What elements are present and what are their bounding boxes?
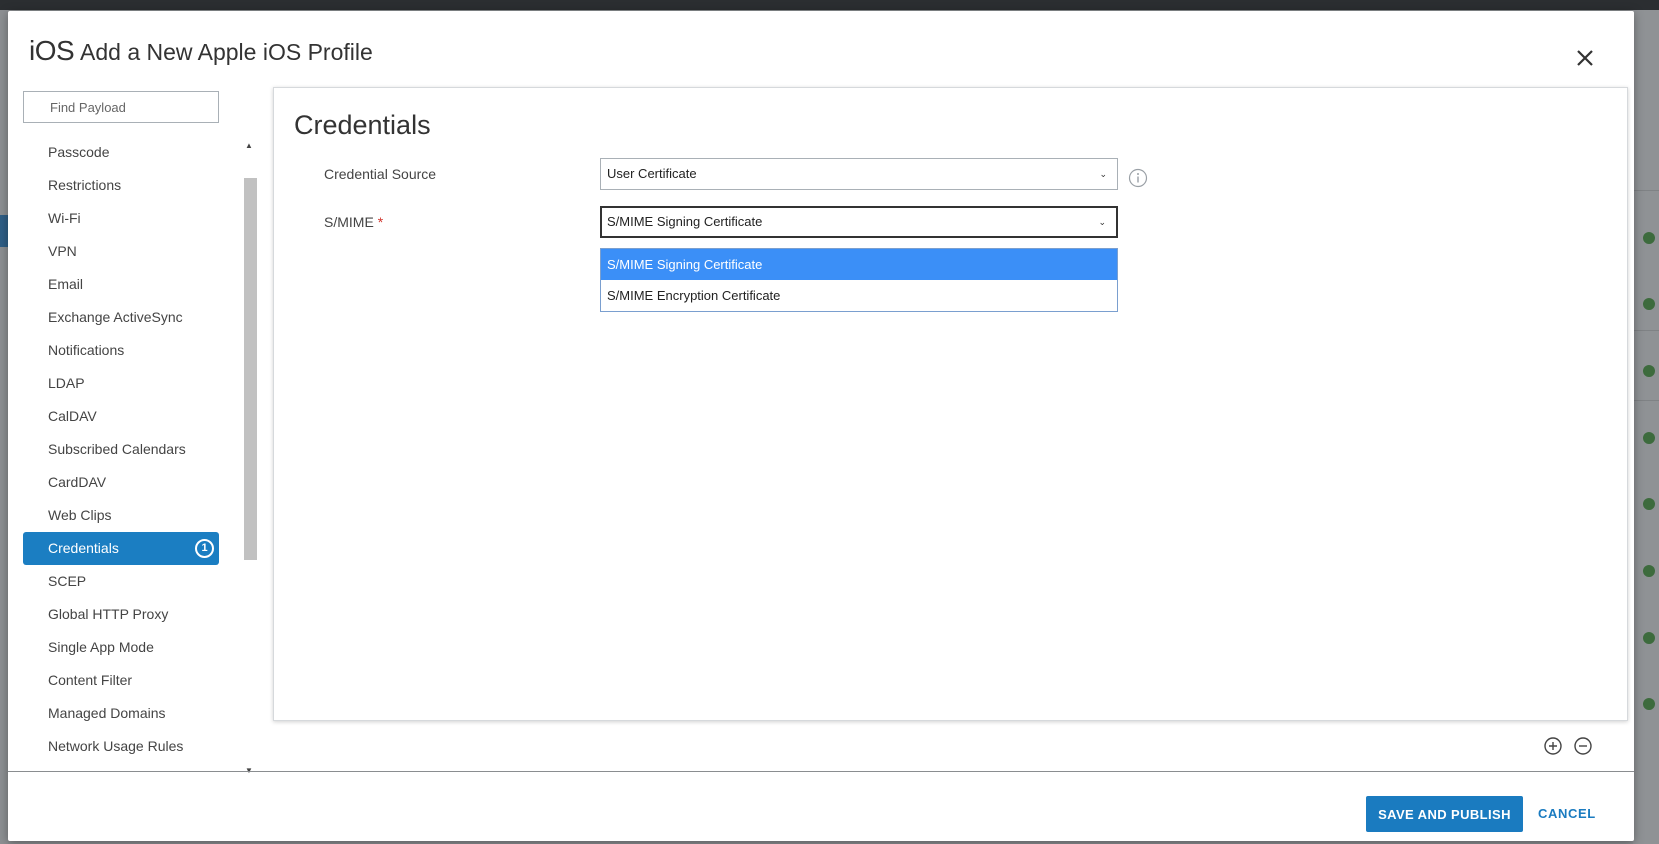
smime-select[interactable]: S/MIME Signing Certificate ⌄ (600, 206, 1118, 238)
sidebar-item-label: CalDAV (48, 408, 97, 424)
smime-label-text: S/MIME (324, 214, 374, 230)
add-profile-modal: iOS Add a New Apple iOS Profile Passcode… (8, 11, 1634, 841)
sidebar-item-label: Exchange ActiveSync (48, 309, 183, 325)
sidebar-item-label: Subscribed Calendars (48, 441, 186, 457)
status-dot-icon (1643, 632, 1655, 644)
cancel-button[interactable]: CANCEL (1538, 796, 1596, 832)
sidebar-item-label: Wi-Fi (48, 210, 81, 226)
background-highlight (0, 215, 8, 247)
sidebar-item-label: Restrictions (48, 177, 122, 193)
save-and-publish-button[interactable]: SAVE AND PUBLISH (1366, 796, 1523, 832)
chevron-down-icon: ⌄ (1098, 217, 1106, 227)
sidebar-item-scep[interactable]: SCEP (23, 565, 219, 598)
close-icon[interactable] (1572, 45, 1598, 71)
sidebar-item-label: CardDAV (48, 474, 107, 490)
dropdown-option-smime-signing[interactable]: S/MIME Signing Certificate (601, 249, 1117, 280)
sidebar-item-subscribed-calendars[interactable]: Subscribed Calendars (23, 433, 219, 466)
sidebar-item-label: Credentials (48, 540, 119, 556)
add-circle-icon[interactable] (1543, 736, 1563, 756)
background-right-strip (1633, 10, 1659, 844)
background-topbar (0, 0, 1659, 10)
background-left-strip (0, 10, 8, 844)
status-dot-icon (1643, 698, 1655, 710)
status-dot-icon (1643, 298, 1655, 310)
info-icon[interactable] (1128, 168, 1148, 188)
credential-source-label: Credential Source (324, 166, 437, 182)
sidebar-item-label: Network Usage Rules (48, 738, 184, 754)
sidebar-item-label: Global HTTP Proxy (48, 606, 169, 622)
required-marker: * (377, 214, 384, 230)
sidebar-item-passcode[interactable]: Passcode (23, 136, 219, 169)
sidebar-scrollbar[interactable]: ▲ ▼ (241, 136, 257, 776)
status-dot-icon (1643, 365, 1655, 377)
sidebar-item-wifi[interactable]: Wi-Fi (23, 202, 219, 235)
sidebar-item-label: LDAP (48, 375, 85, 391)
sidebar-item-credentials[interactable]: Credentials 1 (23, 532, 219, 565)
sidebar-item-label: Single App Mode (48, 639, 154, 655)
scroll-up-arrow-icon[interactable]: ▲ (244, 141, 254, 151)
sidebar-item-caldav[interactable]: CalDAV (23, 400, 219, 433)
status-dot-icon (1643, 565, 1655, 577)
scrollbar-thumb[interactable] (244, 178, 257, 560)
sidebar-item-label: SCEP (48, 573, 87, 589)
sidebar-item-label: Notifications (48, 342, 125, 358)
sidebar-item-ldap[interactable]: LDAP (23, 367, 219, 400)
add-remove-controls (1543, 736, 1603, 758)
background-divider (1633, 190, 1659, 191)
sidebar-item-network-usage-rules[interactable]: Network Usage Rules (23, 730, 219, 763)
background-divider (1633, 400, 1659, 401)
count-badge: 1 (195, 539, 214, 558)
sidebar-item-exchange-activesync[interactable]: Exchange ActiveSync (23, 301, 219, 334)
dropdown-option-smime-encryption[interactable]: S/MIME Encryption Certificate (601, 280, 1117, 311)
section-title: Credentials (294, 110, 431, 140)
background-divider (1633, 330, 1659, 331)
sidebar-item-label: Web Clips (48, 507, 112, 523)
smime-value: S/MIME Signing Certificate (607, 214, 763, 229)
payload-content-panel: Credentials Credential Source User Certi… (273, 87, 1628, 721)
sidebar-item-label: Email (48, 276, 84, 292)
modal-header: iOS Add a New Apple iOS Profile (8, 11, 1634, 81)
ios-logo: iOS (29, 35, 75, 66)
sidebar-item-email[interactable]: Email (23, 268, 219, 301)
status-dot-icon (1643, 498, 1655, 510)
sidebar-item-web-clips[interactable]: Web Clips (23, 499, 219, 532)
credential-source-value: User Certificate (607, 166, 697, 181)
modal-footer: SAVE AND PUBLISH CANCEL (8, 771, 1634, 841)
sidebar-item-vpn[interactable]: VPN (23, 235, 219, 268)
sidebar-item-label: Managed Domains (48, 705, 166, 721)
sidebar-item-label: Content Filter (48, 672, 133, 688)
chevron-down-icon: ⌄ (1099, 169, 1107, 179)
status-dot-icon (1643, 432, 1655, 444)
sidebar-item-global-http-proxy[interactable]: Global HTTP Proxy (23, 598, 219, 631)
sidebar-item-single-app-mode[interactable]: Single App Mode (23, 631, 219, 664)
status-dot-icon (1643, 232, 1655, 244)
credential-source-select[interactable]: User Certificate ⌄ (600, 158, 1118, 190)
sidebar-item-label: VPN (48, 243, 77, 259)
modal-title: Add a New Apple iOS Profile (80, 39, 373, 65)
smime-label: S/MIME * (324, 214, 383, 230)
find-payload-input[interactable] (23, 91, 219, 123)
sidebar-item-managed-domains[interactable]: Managed Domains (23, 697, 219, 730)
sidebar-item-carddav[interactable]: CardDAV (23, 466, 219, 499)
sidebar-item-label: Passcode (48, 144, 110, 160)
sidebar-item-restrictions[interactable]: Restrictions (23, 169, 219, 202)
sidebar-item-content-filter[interactable]: Content Filter (23, 664, 219, 697)
payload-sidebar: Passcode Restrictions Wi-Fi VPN Email Ex… (23, 136, 219, 772)
smime-dropdown-list: S/MIME Signing Certificate S/MIME Encryp… (600, 248, 1118, 312)
sidebar-item-notifications[interactable]: Notifications (23, 334, 219, 367)
remove-circle-icon[interactable] (1573, 736, 1593, 756)
